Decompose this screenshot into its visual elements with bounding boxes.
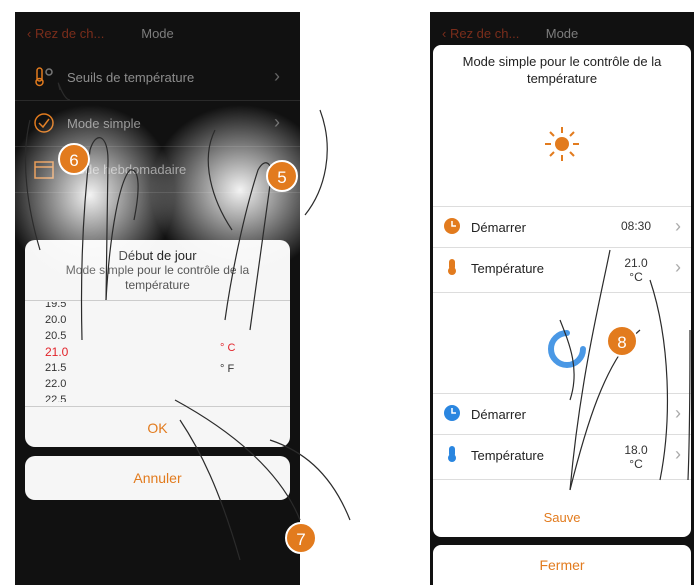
menu-item-seuils[interactable]: Seuils de température › [15, 56, 300, 101]
right-phone-screen: ‹ Rez de ch... Mode Mode simple pour le … [430, 12, 694, 585]
dialog-title: Début de jour [118, 248, 197, 263]
row-value: 21.0 °C [624, 256, 648, 284]
menu-item-mode-simple[interactable]: Mode simple › [15, 102, 300, 147]
dialog-subtitle: Mode simple pour le contrôle de la tempé… [65, 263, 250, 292]
chevron-right-icon: › [274, 112, 280, 132]
close-button[interactable]: Fermer [433, 545, 691, 585]
calendar-icon [34, 161, 54, 179]
row-label: Température [471, 448, 544, 463]
ok-button[interactable]: OK [25, 420, 290, 436]
close-label: Fermer [539, 557, 585, 573]
left-phone-screen: ‹ Rez de ch... Mode Seuils de températur… [15, 12, 300, 585]
step-badge-6: 6 [58, 143, 90, 175]
page-title: Mode [141, 26, 174, 41]
thermometer-settings-icon [35, 67, 53, 87]
page-title: Mode [545, 26, 579, 41]
picker-value[interactable]: 20.0 [45, 312, 68, 328]
chevron-right-icon: › [675, 216, 681, 236]
step-badge-7: 7 [285, 522, 317, 554]
chevron-right-icon: › [675, 403, 681, 423]
temperature-picker-dialog: Début de jour Mode simple pour le contrô… [25, 240, 290, 447]
panel-title: Mode simple pour le contrôle de la tempé… [462, 54, 662, 86]
loading-spinner-icon [548, 330, 586, 368]
row-label: Démarrer [471, 407, 526, 422]
mode-simple-panel: Mode simple pour le contrôle de la tempé… [433, 45, 691, 537]
picker-value[interactable]: 20.5 [45, 328, 68, 344]
chevron-right-icon: › [675, 257, 681, 277]
unit-fahrenheit[interactable]: ° F [220, 363, 234, 375]
thermometer-blue-icon [448, 446, 456, 462]
picker-value[interactable]: 21.0 [45, 344, 68, 360]
picker-value[interactable]: 19.5 [45, 302, 68, 312]
row-label: Démarrer [471, 220, 526, 235]
menu-item-label: Mode simple [67, 116, 141, 131]
chevron-right-icon: › [675, 444, 681, 464]
menu-item-label: Seuils de température [67, 70, 195, 85]
picker-value[interactable]: 22.0 [45, 376, 68, 392]
start-time-row-night[interactable]: Démarrer › [433, 394, 691, 435]
picker-value[interactable]: 21.5 [45, 360, 68, 376]
divider [25, 406, 290, 407]
value-wheel[interactable]: 19.5 20.0 20.5 21.0 21.5 22.0 22.5 [45, 302, 135, 402]
cancel-label: Annuler [133, 470, 182, 486]
start-time-row-day[interactable]: Démarrer 08:30 › [433, 207, 691, 248]
clock-blue-icon [444, 405, 460, 421]
clock-orange-icon [444, 218, 460, 234]
step-badge-5: 5 [266, 160, 298, 192]
sun-icon [545, 127, 579, 161]
temperature-row-day[interactable]: Température 21.0 °C › [433, 248, 691, 293]
check-circle-icon [34, 113, 54, 133]
top-bar: ‹ Rez de ch... Mode [15, 12, 300, 56]
save-button[interactable]: Sauve [433, 510, 691, 525]
temperature-row-night[interactable]: Température 18.0 °C › [433, 435, 691, 480]
divider [25, 300, 290, 301]
row-value: 08:30 [620, 219, 651, 233]
cancel-button[interactable]: Annuler [25, 456, 290, 500]
chevron-right-icon: › [274, 66, 280, 86]
unit-celsius[interactable]: ° C [220, 342, 235, 354]
picker-value[interactable]: 22.5 [45, 392, 68, 402]
thermometer-orange-icon [448, 259, 456, 275]
row-value: 18.0 °C [624, 443, 648, 471]
row-label: Température [471, 261, 544, 276]
step-badge-8: 8 [606, 325, 638, 357]
